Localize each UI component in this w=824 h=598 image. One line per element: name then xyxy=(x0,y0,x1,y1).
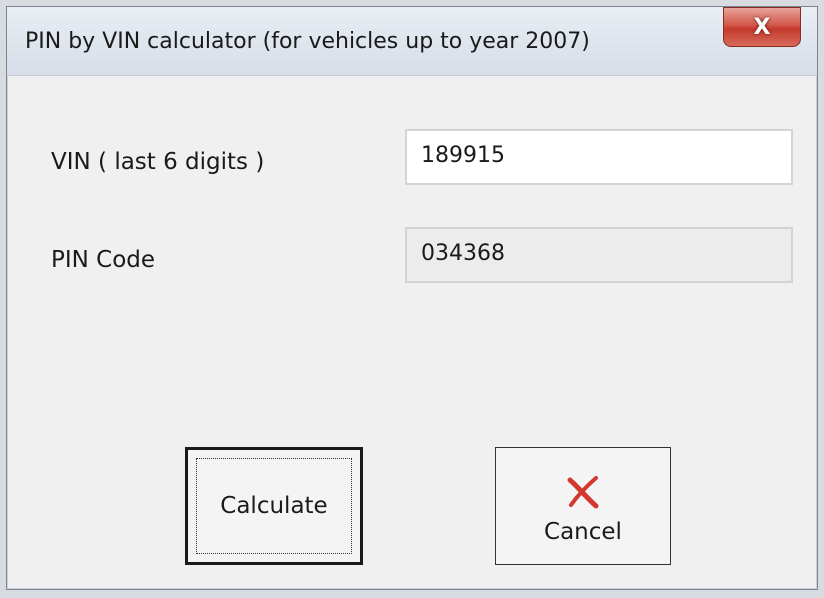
title-bar[interactable]: PIN by VIN calculator (for vehicles up t… xyxy=(7,7,817,76)
close-icon: X xyxy=(753,14,771,40)
dialog-window: PIN by VIN calculator (for vehicles up t… xyxy=(6,6,818,590)
pin-output: 034368 xyxy=(405,227,793,283)
window-title: PIN by VIN calculator (for vehicles up t… xyxy=(25,29,590,54)
calculate-button[interactable]: Calculate xyxy=(185,447,363,565)
focus-rectangle xyxy=(196,458,352,554)
cancel-button-label: Cancel xyxy=(544,519,622,545)
dialog-body: VIN ( last 6 digits ) 189915 PIN Code 03… xyxy=(19,75,805,577)
vin-label: VIN ( last 6 digits ) xyxy=(51,149,265,175)
cancel-button[interactable]: Cancel xyxy=(495,447,671,565)
cancel-icon xyxy=(567,476,599,509)
close-button[interactable]: X xyxy=(723,7,801,47)
vin-input[interactable]: 189915 xyxy=(405,129,793,185)
pin-label: PIN Code xyxy=(51,247,156,273)
